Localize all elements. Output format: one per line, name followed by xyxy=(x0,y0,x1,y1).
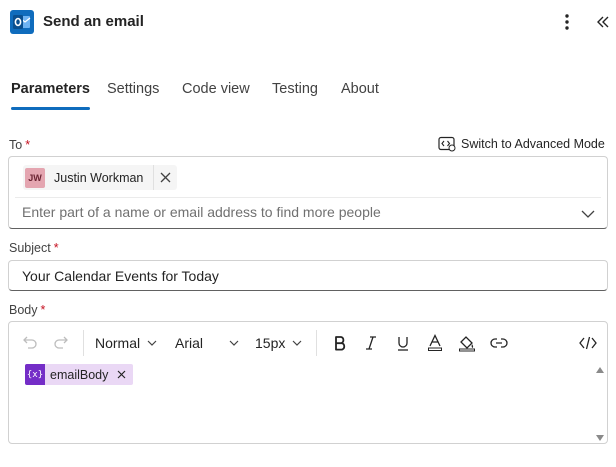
body-label: Body * xyxy=(9,303,46,317)
tab-bar: Parameters Settings Code view Testing Ab… xyxy=(0,78,616,114)
variable-icon: {x} xyxy=(25,364,45,385)
recipient-dropdown-button[interactable] xyxy=(580,206,596,222)
chevron-down-icon xyxy=(147,340,157,346)
link-icon xyxy=(490,338,508,348)
format-select[interactable]: Normal xyxy=(95,333,158,353)
scroll-up-icon[interactable] xyxy=(596,367,604,373)
remove-recipient-button[interactable] xyxy=(153,165,177,190)
close-icon xyxy=(117,370,126,379)
toolbar-separator xyxy=(316,330,317,356)
bold-button[interactable] xyxy=(330,332,350,354)
undo-icon xyxy=(23,336,37,349)
panel-header: Send an email xyxy=(0,0,616,44)
tab-testing[interactable]: Testing xyxy=(272,78,318,110)
tab-code-view[interactable]: Code view xyxy=(182,78,250,110)
insert-link-button[interactable] xyxy=(489,332,509,354)
code-view-button[interactable] xyxy=(578,332,598,354)
font-color-button[interactable] xyxy=(425,332,445,354)
redo-icon xyxy=(54,336,68,349)
font-size-select[interactable]: 15px xyxy=(255,333,303,353)
to-label: To * xyxy=(9,138,31,152)
required-mark: * xyxy=(53,241,59,255)
subject-input[interactable] xyxy=(22,268,592,284)
subject-label: Subject * xyxy=(9,241,59,255)
page-title: Send an email xyxy=(43,13,144,30)
chevron-down-icon xyxy=(229,340,239,346)
tab-about[interactable]: About xyxy=(341,78,379,110)
recipient-search-input[interactable] xyxy=(22,204,562,220)
body-scrollbar[interactable] xyxy=(593,362,607,444)
underline-button[interactable] xyxy=(393,332,413,354)
font-select[interactable]: Arial xyxy=(175,333,240,353)
close-icon xyxy=(160,172,171,183)
more-vertical-icon xyxy=(565,14,569,30)
font-color-icon xyxy=(428,334,442,351)
recipient-chip: JW Justin Workman xyxy=(23,165,178,190)
divider xyxy=(15,197,601,198)
paint-bucket-icon xyxy=(459,336,475,352)
switch-advanced-mode-button[interactable]: Switch to Advanced Mode xyxy=(438,134,605,154)
chevron-down-icon xyxy=(581,210,595,218)
remove-token-button[interactable] xyxy=(114,364,128,385)
tab-settings[interactable]: Settings xyxy=(107,78,159,110)
highlight-button[interactable] xyxy=(457,332,477,354)
toolbar-separator xyxy=(83,330,84,356)
redo-button[interactable] xyxy=(52,332,70,354)
underline-icon xyxy=(398,337,408,351)
tab-parameters[interactable]: Parameters xyxy=(11,78,90,110)
chevron-double-left-icon xyxy=(597,16,609,28)
required-mark: * xyxy=(40,303,46,317)
avatar: JW xyxy=(25,167,45,188)
subject-field xyxy=(8,260,608,291)
body-editor: Normal Arial 15px {x} emailBody xyxy=(8,321,608,444)
advanced-mode-icon xyxy=(438,136,456,152)
recipient-name: Justin Workman xyxy=(54,170,144,185)
more-options-button[interactable] xyxy=(556,10,578,34)
advanced-mode-label: Switch to Advanced Mode xyxy=(461,137,605,151)
dynamic-content-token[interactable]: {x} emailBody xyxy=(25,364,134,385)
code-icon xyxy=(579,336,597,350)
editor-toolbar: Normal Arial 15px xyxy=(9,322,607,362)
chevron-down-icon xyxy=(292,340,302,346)
required-mark: * xyxy=(25,138,31,152)
italic-button[interactable] xyxy=(361,332,381,354)
bold-icon xyxy=(335,336,346,351)
italic-icon xyxy=(366,336,376,350)
scroll-down-icon[interactable] xyxy=(596,435,604,441)
to-field: JW Justin Workman xyxy=(8,156,608,229)
undo-button[interactable] xyxy=(21,332,39,354)
token-label: emailBody xyxy=(50,367,109,382)
outlook-icon xyxy=(10,10,34,34)
collapse-panel-button[interactable] xyxy=(592,10,614,34)
